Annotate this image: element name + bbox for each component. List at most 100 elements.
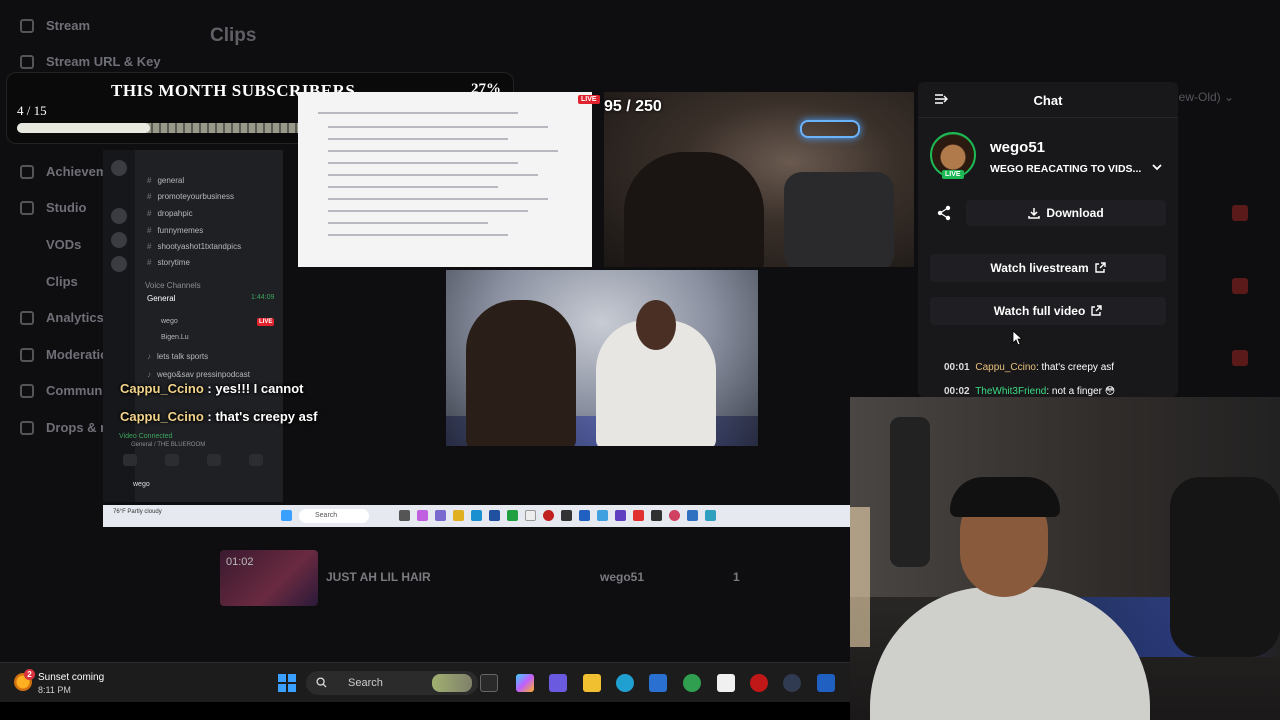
chart-icon (20, 310, 34, 325)
sidebar-item-achievements[interactable]: Achievem (20, 164, 107, 179)
download-icon (1028, 208, 1041, 219)
xbox-icon[interactable] (683, 674, 701, 692)
notification-badge: 2 (24, 669, 35, 680)
clip-author: wego51 (600, 570, 645, 584)
sort-select[interactable]: New-Old) ⌄ (1170, 90, 1234, 104)
overlay-chat-line: Cappu_Ccino : yes!!! I cannot (120, 381, 304, 396)
channel-item[interactable]: # promoteyourbusiness (147, 192, 234, 201)
soundboard-button[interactable] (249, 454, 263, 466)
channel-item[interactable]: # dropahpic (147, 209, 193, 218)
server-icon[interactable] (111, 208, 127, 224)
store-icon[interactable] (649, 674, 667, 692)
community-icon (20, 383, 34, 398)
sidebar-item-analytics[interactable]: Analytics (20, 310, 104, 325)
screenshare-tile (298, 92, 592, 267)
start-icon[interactable] (281, 510, 292, 521)
clip-title[interactable]: JUST AH LIL HAIR (326, 570, 431, 584)
file-explorer-icon[interactable] (583, 674, 601, 692)
delete-clip-icon[interactable] (1232, 350, 1248, 366)
weather-text[interactable]: Sunset coming (38, 672, 104, 683)
page-title: Clips (210, 25, 257, 46)
voice-user[interactable]: wego (161, 318, 178, 325)
copilot-icon[interactable] (516, 674, 534, 692)
server-icon[interactable] (111, 160, 127, 176)
speaker-icon: ♪ (147, 352, 151, 361)
clip-view-count: 1 (733, 570, 740, 584)
goal-progress-fill (17, 123, 150, 133)
wrench-icon (20, 347, 34, 362)
watch-livestream-button[interactable]: Watch livestream (930, 254, 1166, 282)
activities-button[interactable] (207, 454, 221, 466)
weather-time: 8:11 PM (38, 685, 71, 695)
microphone (890, 417, 930, 567)
sidebar-item-studio[interactable]: Studio (20, 200, 86, 215)
watch-full-video-button[interactable]: Watch full video (930, 297, 1166, 325)
hash-icon: # (147, 258, 152, 267)
remote-desktop-icon[interactable] (817, 674, 835, 692)
voice-user[interactable]: Bigen.Lu (161, 334, 189, 341)
channel-item[interactable]: # general (147, 176, 184, 185)
studio-icon (20, 200, 34, 215)
discord-user-name[interactable]: wego (133, 481, 150, 488)
streamer-name[interactable]: wego51 (990, 139, 1045, 156)
clip-chat-panel: Chat LIVE wego51 WEGO REACATING TO VIDS.… (918, 82, 1178, 397)
link-icon (20, 54, 34, 69)
weather-widget[interactable]: 76°F Partly cloudy (113, 509, 162, 515)
sidebar-item-drops[interactable]: Drops & re (20, 420, 112, 435)
sidebar-item-community[interactable]: Communi (20, 383, 106, 398)
record-icon[interactable] (750, 674, 768, 692)
delete-clip-icon[interactable] (1232, 278, 1248, 294)
channel-item[interactable]: # shootyashot1txtandpics (147, 242, 241, 251)
channel-item[interactable]: # storytime (147, 258, 190, 267)
hash-icon: # (147, 226, 152, 235)
live-badge: LIVE (257, 318, 275, 326)
add-server-icon[interactable] (111, 232, 127, 248)
share-button[interactable] (930, 200, 958, 226)
start-button[interactable] (278, 674, 296, 692)
chat-title: Chat (1033, 93, 1063, 108)
mouse-cursor-icon (1012, 330, 1022, 346)
chevron-down-icon[interactable] (1152, 162, 1162, 172)
stream-title: WEGO REACATING TO VIDS... (990, 163, 1142, 175)
sidebar-item-clips[interactable]: Clips (46, 274, 78, 289)
neon-sign (800, 120, 860, 138)
external-link-icon (1091, 305, 1102, 316)
hash-icon: # (147, 209, 152, 218)
delete-clip-icon[interactable] (1232, 205, 1248, 221)
captured-taskbar: 76°F Partly cloudy Search (103, 505, 850, 527)
gift-icon (20, 420, 34, 435)
camera-tile (604, 92, 914, 267)
voice-channel[interactable]: ♪ lets talk sports (147, 352, 208, 361)
streamer-webcam (850, 397, 1280, 720)
steam-icon[interactable] (783, 674, 801, 692)
chat-header: Chat (918, 82, 1178, 118)
live-badge: LIVE (578, 95, 600, 104)
sidebar-item-stream[interactable]: Stream (20, 18, 90, 33)
sidebar-item-stream-url[interactable]: Stream URL & Key (20, 54, 161, 69)
screenshare-button[interactable] (165, 454, 179, 466)
overlay-chat-line: Cappu_Ccino : that's creepy asf (120, 409, 318, 424)
notepad-icon[interactable] (717, 674, 735, 692)
sidebar-item-moderation[interactable]: Moderatio (20, 347, 108, 362)
sidebar-item-vods[interactable]: VODs (46, 237, 81, 252)
voice-channel[interactable]: ♪ wego&sav pressinpodcast (147, 370, 250, 379)
hash-icon: # (147, 176, 152, 185)
edge-icon[interactable] (616, 674, 634, 692)
task-view-icon[interactable] (480, 674, 498, 692)
trophy-icon (20, 164, 34, 179)
stream-icon (20, 18, 34, 33)
voice-channel-general[interactable]: General (147, 294, 175, 303)
follower-goal-counter: 95 / 250 (604, 98, 662, 115)
download-button[interactable]: Download (966, 200, 1166, 226)
camera-button[interactable] (123, 454, 137, 466)
share-icon (937, 205, 951, 221)
discord-window: # general # promoteyourbusiness # dropahpic… (103, 150, 283, 502)
server-rail (103, 150, 135, 502)
speaker-icon: ♪ (147, 370, 151, 379)
voice-channels-header[interactable]: Voice Channels (145, 281, 201, 290)
voice-timer: 1:44:09 (251, 294, 275, 301)
channel-item[interactable]: # funnymemes (147, 226, 203, 235)
search-input[interactable]: Search (299, 509, 369, 523)
explore-icon[interactable] (111, 256, 127, 272)
teams-icon[interactable] (549, 674, 567, 692)
